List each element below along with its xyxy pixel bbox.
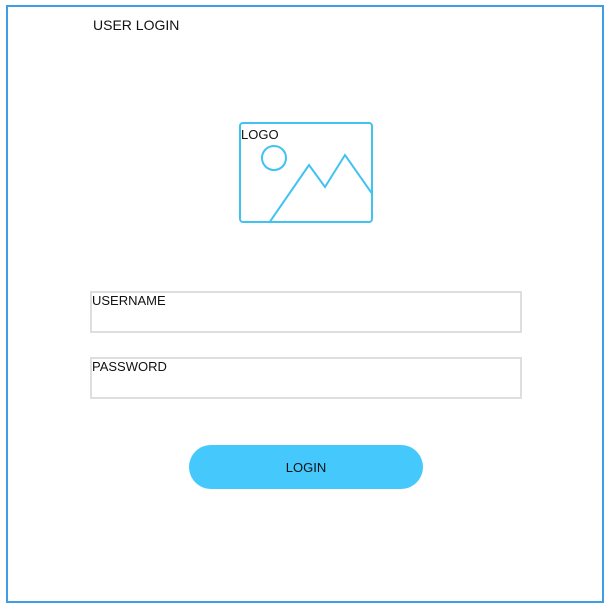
login-button[interactable]: LOGIN bbox=[189, 445, 423, 489]
password-field[interactable]: PASSWORD bbox=[90, 357, 522, 399]
logo-placeholder: LOGO bbox=[239, 122, 373, 223]
password-input[interactable] bbox=[92, 375, 520, 397]
username-field[interactable]: USERNAME bbox=[90, 291, 522, 333]
page-title: USER LOGIN bbox=[93, 17, 180, 33]
username-input[interactable] bbox=[92, 309, 520, 331]
logo-label: LOGO bbox=[241, 127, 279, 142]
password-label: PASSWORD bbox=[92, 359, 167, 374]
username-label: USERNAME bbox=[92, 293, 166, 308]
